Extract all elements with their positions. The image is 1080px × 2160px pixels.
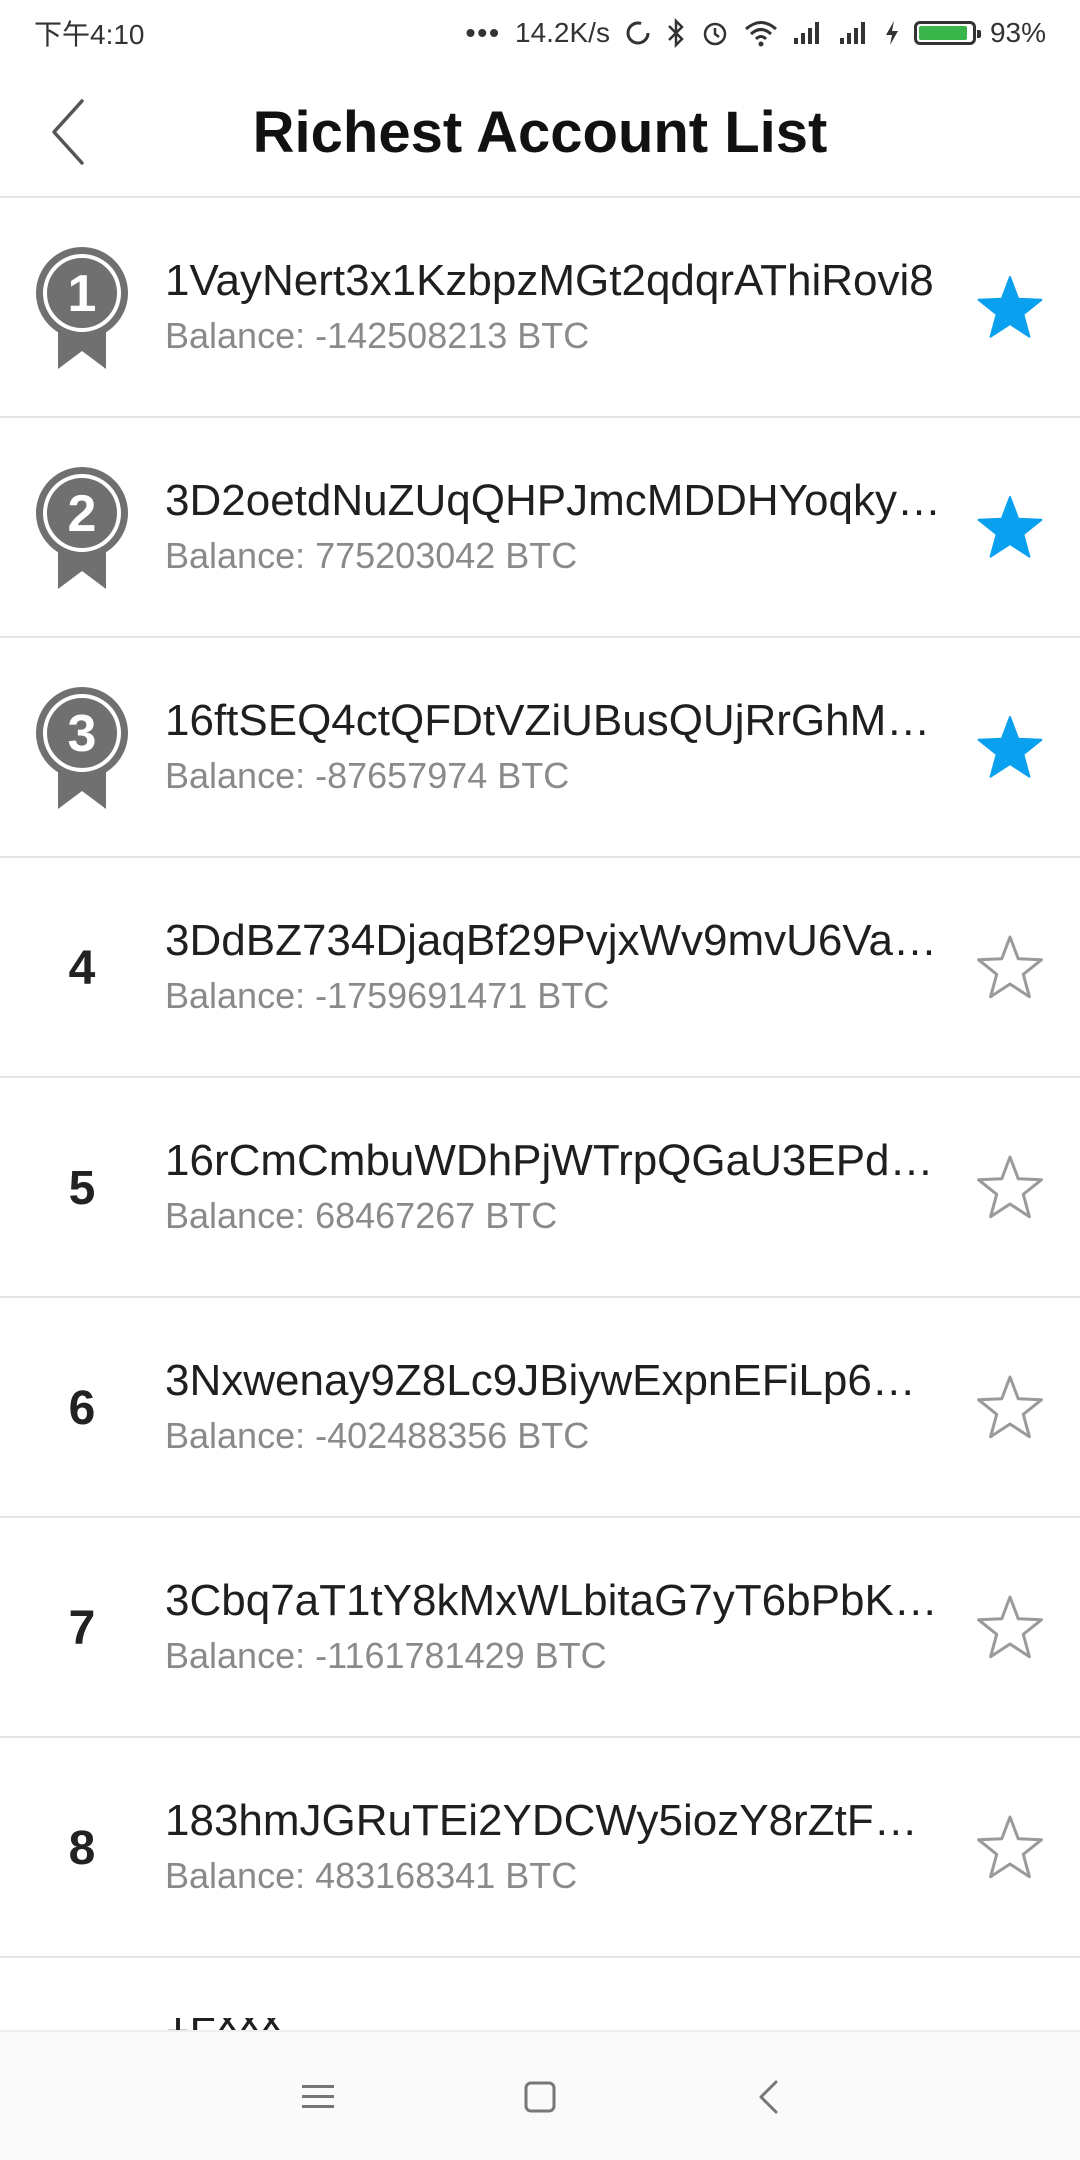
home-square-icon — [524, 2081, 556, 2113]
account-address: 16rCmCmbuWDhPjWTrpQGaU3EPdZF... — [165, 1136, 945, 1185]
star-filled-icon — [977, 496, 1043, 558]
rank-number: 5 — [22, 1078, 142, 1298]
status-icons: ••• 14.2K/s 93% — [466, 17, 1046, 49]
rank-label: 5 — [68, 1161, 96, 1215]
back-triangle-icon — [759, 2080, 778, 2114]
rank-number: 7 — [22, 1518, 142, 1738]
account-balance: Balance: -1759691471 BTC — [165, 975, 610, 1016]
account-address: 16ftSEQ4ctQFDtVZiUBusQUjRrGhM3J... — [165, 696, 945, 745]
account-info: 3DdBZ734DjaqBf29PvjxWv9mvU6VaQ... Balance… — [165, 914, 945, 1018]
star-filled-icon — [977, 276, 1043, 338]
account-info: 183hmJGRuTEi2YDCWy5iozY8rZtFwV... Balance… — [165, 1794, 945, 1898]
menu-icon — [302, 2085, 334, 2108]
network-speed: 14.2K/s — [515, 17, 610, 48]
medal-icon: 1 — [36, 247, 128, 369]
account-info: 1VayNert3x1KzbpzMGt2qdqrAThiRovi8 Balance… — [165, 254, 945, 358]
account-info: 3Nxwenay9Z8Lc9JBiywExpnEFiLp6Af... Balanc… — [165, 1354, 945, 1458]
status-bar: 下午4:10 ••• 14.2K/s 93% — [0, 0, 1080, 66]
favorite-button[interactable] — [968, 1146, 1052, 1230]
bluetooth-icon — [666, 18, 686, 48]
account-address: 3DdBZ734DjaqBf29PvjxWv9mvU6VaQ... — [165, 916, 945, 965]
page-title: Richest Account List — [252, 99, 828, 165]
account-row[interactable]: 6 3Nxwenay9Z8Lc9JBiywExpnEFiLp6Af... Balan… — [0, 1298, 1080, 1518]
status-time: 下午4:10 — [34, 19, 145, 50]
rank-label: 6 — [68, 1381, 96, 1435]
app-header: Richest Account List — [0, 66, 1080, 198]
account-balance: Balance: 483168341 BTC — [165, 1855, 578, 1896]
account-list[interactable]: 1 1VayNert3x1KzbpzMGt2qdqrAThiRovi8 Balanc… — [0, 198, 1080, 1958]
more-dots-icon: ••• — [465, 17, 501, 48]
sync-icon — [624, 19, 652, 47]
rank-number: 4 — [22, 858, 142, 1078]
star-filled-icon — [977, 716, 1043, 778]
star-outline-icon — [977, 1375, 1043, 1439]
medal-icon: 3 — [36, 687, 128, 809]
battery-icon — [913, 21, 981, 45]
rank-label: 7 — [68, 1601, 96, 1655]
account-balance: Balance: -142508213 BTC — [165, 315, 590, 356]
star-outline-icon — [977, 1595, 1043, 1659]
signal-icon — [792, 20, 824, 46]
account-row[interactable]: 5 16rCmCmbuWDhPjWTrpQGaU3EPdZF... Balance:… — [0, 1078, 1080, 1298]
star-outline-icon — [977, 1155, 1043, 1219]
account-address: 3Nxwenay9Z8Lc9JBiywExpnEFiLp6Af... — [165, 1356, 945, 1405]
star-outline-icon — [977, 935, 1043, 999]
navigation-bar — [0, 2030, 1080, 2160]
account-row[interactable]: 2 3D2oetdNuZUqQHPJmcMDDHYoqkyN... Balance:… — [0, 418, 1080, 638]
menu-button[interactable] — [288, 2067, 348, 2127]
medal-rank: 3 — [22, 638, 142, 858]
medal-rank-number: 1 — [68, 265, 97, 323]
account-row[interactable]: 7 3Cbq7aT1tY8kMxWLbitaG7yT6bPbKC... Balanc… — [0, 1518, 1080, 1738]
alarm-icon — [700, 18, 730, 48]
favorite-button[interactable] — [968, 1586, 1052, 1670]
account-address: 3D2oetdNuZUqQHPJmcMDDHYoqkyN... — [165, 476, 945, 525]
account-balance: Balance: -1161781429 BTC — [165, 1635, 607, 1676]
favorite-button[interactable] — [968, 266, 1052, 350]
favorite-button[interactable] — [968, 1806, 1052, 1890]
account-row[interactable]: 8 183hmJGRuTEi2YDCWy5iozY8rZtFwV... Balanc… — [0, 1738, 1080, 1958]
rank-number: 8 — [22, 1738, 142, 1958]
account-address: 3Cbq7aT1tY8kMxWLbitaG7yT6bPbKC... — [165, 1576, 945, 1625]
medal-rank-number: 3 — [68, 705, 97, 763]
favorite-button[interactable] — [968, 1366, 1052, 1450]
rank-label: 8 — [68, 1821, 96, 1875]
home-button[interactable] — [510, 2067, 570, 2127]
battery-percent: 93% — [989, 17, 1046, 48]
medal-rank: 1 — [22, 198, 142, 418]
battery-fill — [918, 26, 968, 40]
account-row[interactable]: 1 1VayNert3x1KzbpzMGt2qdqrAThiRovi8 Balanc… — [0, 198, 1080, 418]
account-info: 3D2oetdNuZUqQHPJmcMDDHYoqkyN... Balance: … — [165, 474, 945, 578]
signal-icon — [838, 20, 870, 46]
star-outline-icon — [977, 1815, 1043, 1879]
favorite-button[interactable] — [968, 486, 1052, 570]
account-balance: Balance: 775203042 BTC — [165, 535, 578, 576]
system-back-button[interactable] — [738, 2067, 798, 2127]
wifi-icon — [744, 19, 778, 47]
account-row[interactable]: 3 16ftSEQ4ctQFDtVZiUBusQUjRrGhM3J... Balan… — [0, 638, 1080, 858]
account-info: 16ftSEQ4ctQFDtVZiUBusQUjRrGhM3J... Balanc… — [165, 694, 945, 798]
medal-rank-number: 2 — [68, 485, 97, 543]
charging-icon — [884, 19, 900, 47]
account-address: 183hmJGRuTEi2YDCWy5iozY8rZtFwV... — [165, 1796, 945, 1845]
medal-rank: 2 — [22, 418, 142, 638]
account-balance: Balance: -87657974 BTC — [165, 755, 570, 796]
rank-number: 6 — [22, 1298, 142, 1518]
account-balance: Balance: 68467267 BTC — [165, 1195, 558, 1236]
account-info: 3Cbq7aT1tY8kMxWLbitaG7yT6bPbKC... Balance… — [165, 1574, 945, 1678]
account-row[interactable]: 4 3DdBZ734DjaqBf29PvjxWv9mvU6VaQ... Balanc… — [0, 858, 1080, 1078]
rank-label: 4 — [68, 941, 96, 995]
account-info: 16rCmCmbuWDhPjWTrpQGaU3EPdZF... Balance: … — [165, 1134, 945, 1238]
medal-icon: 2 — [36, 467, 128, 589]
account-balance: Balance: -402488356 BTC — [165, 1415, 590, 1456]
account-address: 1VayNert3x1KzbpzMGt2qdqrAThiRovi8 — [165, 256, 934, 305]
favorite-button[interactable] — [968, 926, 1052, 1010]
favorite-button[interactable] — [968, 706, 1052, 790]
